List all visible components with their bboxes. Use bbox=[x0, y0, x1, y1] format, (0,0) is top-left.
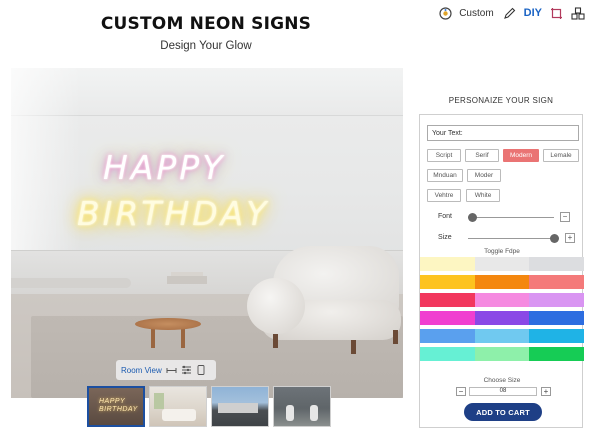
font-option-moder[interactable]: Moder bbox=[467, 169, 501, 182]
font-option-serif[interactable]: Serif bbox=[465, 149, 499, 162]
pencil-icon[interactable] bbox=[502, 5, 518, 21]
sofa-leg bbox=[351, 340, 356, 354]
color-swatch[interactable] bbox=[420, 257, 475, 271]
room-preview: HAPPY BIRTHDAY bbox=[11, 68, 403, 398]
top-toolbar: Custom DIY bbox=[437, 4, 586, 22]
color-swatch[interactable] bbox=[474, 347, 530, 361]
window-light bbox=[11, 68, 81, 268]
color-swatch[interactable] bbox=[474, 275, 530, 289]
sofa-leg bbox=[393, 330, 398, 344]
sofa-arm bbox=[247, 278, 305, 334]
font-option-lemale[interactable]: Lemale bbox=[543, 149, 579, 162]
room-view-button[interactable]: Room View bbox=[121, 366, 162, 375]
color-swatch[interactable] bbox=[529, 275, 585, 289]
font-slider-label: Font bbox=[438, 213, 453, 220]
font-option-script[interactable]: Script bbox=[427, 149, 461, 162]
swatch-row bbox=[420, 347, 585, 361]
swatch-row bbox=[420, 311, 585, 325]
size-plus-button[interactable]: + bbox=[541, 387, 551, 396]
font-option-modern[interactable]: Modern bbox=[503, 149, 539, 162]
size-increase-button[interactable]: + bbox=[565, 233, 575, 243]
font-option-white[interactable]: White bbox=[466, 189, 500, 202]
font-decrease-button[interactable]: − bbox=[560, 212, 570, 222]
books bbox=[167, 272, 207, 284]
neon-text-line-2[interactable]: BIRTHDAY bbox=[77, 194, 269, 233]
custom-mode-label[interactable]: Custom bbox=[459, 8, 493, 19]
toggle-label: Toggle Fdpe bbox=[484, 248, 520, 255]
thumbnail-neon-line-1: HAPPY bbox=[99, 398, 126, 405]
sign-text-input[interactable] bbox=[427, 125, 579, 141]
adjust-icon[interactable] bbox=[181, 365, 192, 376]
font-slider-knob[interactable] bbox=[467, 213, 477, 222]
color-swatch[interactable] bbox=[474, 257, 530, 271]
size-slider-knob[interactable] bbox=[549, 234, 559, 243]
thumbnail-patio[interactable] bbox=[273, 386, 331, 427]
color-swatch[interactable] bbox=[420, 329, 475, 343]
size-value-field[interactable]: 08 bbox=[469, 387, 537, 396]
resize-icon[interactable] bbox=[166, 365, 177, 376]
page-subtitle: Design Your Glow bbox=[160, 40, 252, 52]
size-slider-label: Size bbox=[438, 234, 452, 241]
swatch-row bbox=[420, 329, 585, 343]
swatch-row bbox=[420, 275, 585, 289]
crop-frame-icon[interactable] bbox=[548, 5, 564, 21]
color-swatch[interactable] bbox=[420, 311, 475, 325]
color-swatch[interactable] bbox=[529, 329, 585, 343]
boxes-icon[interactable] bbox=[570, 5, 586, 21]
color-swatch[interactable] bbox=[420, 293, 475, 307]
font-slider-track[interactable] bbox=[468, 217, 554, 218]
color-swatch[interactable] bbox=[420, 347, 475, 361]
phone-icon[interactable] bbox=[196, 365, 207, 376]
color-swatch[interactable] bbox=[474, 329, 530, 343]
color-swatch[interactable] bbox=[529, 257, 585, 271]
thumbnail-neon-line-2: BIRTHDAY bbox=[99, 406, 138, 413]
room-view-toolbar: Room View bbox=[116, 360, 216, 380]
font-option-vehtre[interactable]: Vehtre bbox=[427, 189, 461, 202]
color-swatch[interactable] bbox=[474, 293, 530, 307]
color-swatch[interactable] bbox=[529, 311, 585, 325]
sofa-leg bbox=[273, 334, 278, 348]
color-swatch[interactable] bbox=[474, 311, 530, 325]
add-to-cart-button[interactable]: ADD TO CART bbox=[464, 403, 542, 421]
panel-title: PERSONAIZE YOUR SIGN bbox=[448, 96, 554, 105]
custom-palette-icon[interactable] bbox=[437, 5, 453, 21]
thumbnail-bright-living-room[interactable] bbox=[149, 386, 207, 427]
thumbnail-living-room-neon[interactable]: HAPPY BIRTHDAY bbox=[87, 386, 145, 427]
personalize-panel: Script Serif Modern Lemale Mnduan Moder … bbox=[419, 114, 585, 428]
swatch-row bbox=[420, 293, 585, 307]
thumbnail-neon-preview: HAPPY BIRTHDAY bbox=[99, 398, 138, 414]
neon-text-line-1[interactable]: HAPPY bbox=[103, 148, 225, 187]
color-swatch[interactable] bbox=[529, 293, 585, 307]
choose-size-label: Choose Size bbox=[483, 377, 521, 384]
page-title: CUSTOM NEON SIGNS bbox=[100, 14, 312, 34]
color-swatch[interactable] bbox=[420, 275, 475, 289]
wall-bench bbox=[11, 278, 131, 288]
size-slider-track[interactable] bbox=[468, 238, 554, 239]
color-swatches bbox=[420, 257, 585, 365]
size-minus-button[interactable]: − bbox=[456, 387, 466, 396]
font-option-mnduan[interactable]: Mnduan bbox=[427, 169, 463, 182]
diy-button[interactable]: DIY bbox=[524, 7, 542, 19]
swatch-row bbox=[420, 257, 585, 271]
thumbnail-modern-exterior[interactable] bbox=[211, 386, 269, 427]
coffee-table bbox=[135, 318, 201, 330]
color-swatch[interactable] bbox=[529, 347, 585, 361]
scene-thumbnails: HAPPY BIRTHDAY bbox=[87, 386, 331, 427]
